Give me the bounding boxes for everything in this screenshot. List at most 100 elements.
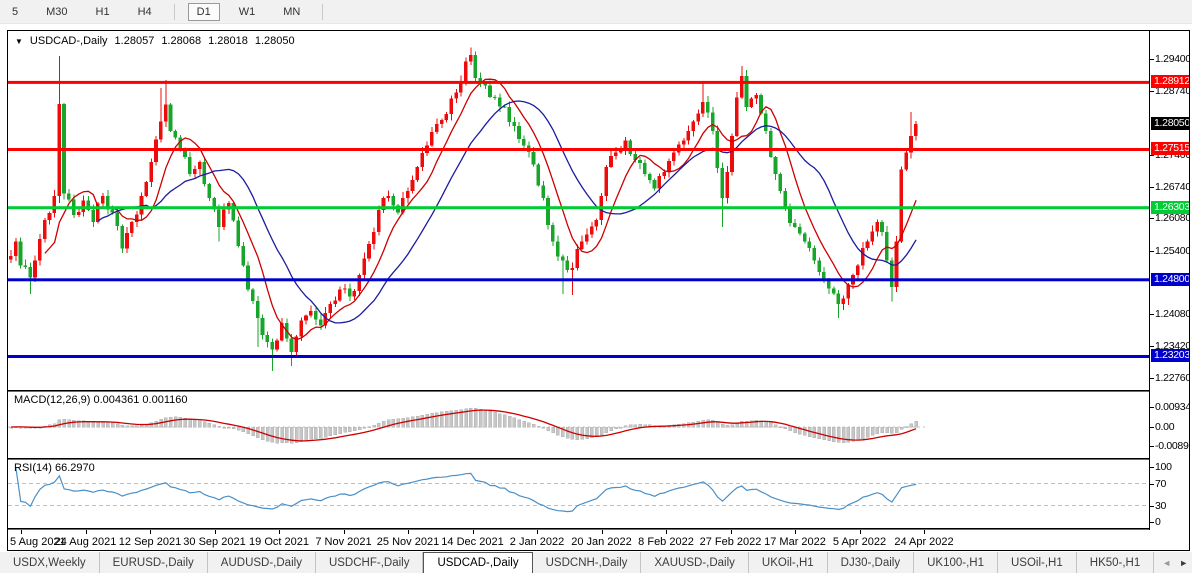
price-tick-label: 1.22760	[1155, 372, 1190, 384]
tab-scroll-left-icon[interactable]: ◄	[1162, 558, 1171, 568]
macd-tick-mark	[1150, 407, 1154, 408]
candlestick-chart	[8, 31, 1149, 390]
price-tick-mark	[1150, 187, 1154, 188]
tab-uk100-h1[interactable]: UK100-,H1	[914, 552, 998, 573]
rsi-axis-label: 0	[1155, 516, 1161, 528]
quote-close: 1.28050	[255, 35, 295, 47]
current-price-badge: 1.28050	[1151, 117, 1190, 130]
symbol-tabbar: USDX,WeeklyEURUSD-,DailyAUDUSD-,DailyUSD…	[0, 552, 1192, 573]
tab-hk50-h1[interactable]: HK50-,H1	[1077, 552, 1155, 573]
date-tick-label: 25 Nov 2021	[377, 536, 439, 548]
timeframe-d1[interactable]: D1	[188, 3, 220, 21]
moving-average-slow	[98, 101, 916, 323]
timeframe-h1[interactable]: H1	[87, 3, 119, 21]
date-tick-label: 17 Mar 2022	[764, 536, 826, 548]
price-tick-label: 1.26080	[1155, 212, 1190, 224]
rsi-chart	[8, 460, 1149, 528]
tab-xauusd-daily[interactable]: XAUUSD-,Daily	[641, 552, 749, 573]
macd-axis-label: 0.00	[1155, 421, 1174, 433]
date-tick-mark	[215, 530, 216, 534]
tab-usdx-weekly[interactable]: USDX,Weekly	[0, 552, 100, 573]
price-line-badge: 1.23203	[1151, 349, 1190, 362]
macd-histogram	[10, 408, 918, 443]
horizontal-line-1.28912[interactable]	[8, 81, 1149, 84]
rsi-tick-mark	[1150, 484, 1154, 485]
tab-audusd-daily[interactable]: AUDUSD-,Daily	[208, 552, 316, 573]
horizontal-line-1.23203[interactable]	[8, 355, 1149, 358]
horizontal-line-1.248[interactable]	[8, 278, 1149, 281]
macd-axis-label: 0.009345	[1155, 401, 1190, 413]
tab-usdchf-daily[interactable]: USDCHF-,Daily	[316, 552, 424, 573]
quote-low: 1.28018	[208, 35, 248, 47]
toolbar-separator	[322, 4, 323, 20]
date-tick-label: 7 Nov 2021	[315, 536, 371, 548]
date-tick-label: 24 Apr 2022	[894, 536, 953, 548]
price-axis: 1.294001.287401.274001.267401.260801.254…	[1149, 31, 1190, 530]
chart-title: ▼ USDCAD-,Daily 1.28057 1.28068 1.28018 …	[15, 35, 295, 47]
rsi-tick-mark	[1150, 506, 1154, 507]
timeframe-toolbar: 5 M30 H1 H4 D1 W1 MN	[0, 0, 1192, 24]
tab-dj30-daily[interactable]: DJ30-,Daily	[828, 552, 914, 573]
date-tick-label: 19 Oct 2021	[249, 536, 309, 548]
date-tick-label: 2 Jan 2022	[510, 536, 564, 548]
macd-indicator-label: MACD(12,26,9) 0.004361 0.001160	[14, 394, 187, 406]
price-tick-mark	[1150, 346, 1154, 347]
price-tick-mark	[1150, 91, 1154, 92]
main-chart-plot[interactable]	[8, 31, 1149, 390]
timeframe-w1[interactable]: W1	[230, 3, 265, 21]
date-tick-label: 27 Feb 2022	[700, 536, 762, 548]
macd-tick-mark	[1150, 446, 1154, 447]
date-tick-mark	[86, 530, 87, 534]
price-tick-mark	[1150, 251, 1154, 252]
date-tick-label: 5 Apr 2022	[833, 536, 886, 548]
price-tick-label: 1.25400	[1155, 245, 1190, 257]
timeframe-5[interactable]: 5	[3, 3, 27, 21]
date-tick-label: 12 Sep 2021	[119, 536, 181, 548]
rsi-axis-label: 70	[1155, 478, 1166, 490]
price-tick-label: 1.24080	[1155, 308, 1190, 320]
timeframe-h4[interactable]: H4	[129, 3, 161, 21]
tab-eurusd-daily[interactable]: EURUSD-,Daily	[100, 552, 208, 573]
timeframe-mn[interactable]: MN	[274, 3, 309, 21]
date-tick-mark	[21, 530, 22, 534]
price-line-badge: 1.24800	[1151, 273, 1190, 286]
rsi-axis-label: 100	[1155, 461, 1172, 473]
date-tick-mark	[860, 530, 861, 534]
macd-tick-mark	[1150, 427, 1154, 428]
date-tick-mark	[150, 530, 151, 534]
horizontal-line-1.27515[interactable]	[8, 148, 1149, 151]
rsi-plot[interactable]	[8, 460, 1149, 528]
horizontal-line-1.26303[interactable]	[8, 206, 1149, 209]
price-line-badge: 1.27515	[1151, 142, 1190, 155]
rsi-tick-mark	[1150, 522, 1154, 523]
price-tick-mark	[1150, 314, 1154, 315]
tab-ukoil-h1[interactable]: UKOil-,H1	[749, 552, 828, 573]
quote-open: 1.28057	[115, 35, 155, 47]
date-tick-mark	[731, 530, 732, 534]
candles	[9, 48, 918, 372]
date-tick-mark	[602, 530, 603, 534]
chart-window: ▼ USDCAD-,Daily 1.28057 1.28068 1.28018 …	[7, 30, 1190, 551]
tab-usoil-h1[interactable]: USOil-,H1	[998, 552, 1077, 573]
date-tick-mark	[279, 530, 280, 534]
chart-symbol-label: USDCAD-,Daily	[30, 35, 108, 47]
quote-high: 1.28068	[161, 35, 201, 47]
date-tick-mark	[344, 530, 345, 534]
price-tick-mark	[1150, 218, 1154, 219]
date-tick-mark	[473, 530, 474, 534]
toolbar-separator	[174, 4, 175, 20]
date-tick-label: 8 Feb 2022	[638, 536, 694, 548]
chart-dropdown-icon[interactable]: ▼	[15, 37, 23, 46]
rsi-tick-mark	[1150, 467, 1154, 468]
price-tick-mark	[1150, 59, 1154, 60]
price-tick-label: 1.29400	[1155, 53, 1190, 65]
tab-usdcad-daily[interactable]: USDCAD-,Daily	[423, 552, 532, 573]
date-tick-mark	[537, 530, 538, 534]
tab-scroll-right-icon[interactable]: ►	[1179, 558, 1188, 568]
date-tick-label: 30 Sep 2021	[183, 536, 245, 548]
trading-app: 5 M30 H1 H4 D1 W1 MN ▼ USDCAD-,Daily 1.28057 1…	[0, 0, 1192, 573]
timeframe-m30[interactable]: M30	[37, 3, 76, 21]
tab-usdcnh-daily[interactable]: USDCNH-,Daily	[533, 552, 642, 573]
tab-scroll-arrows: ◄►	[1154, 552, 1192, 573]
date-tick-label: 14 Dec 2021	[441, 536, 503, 548]
